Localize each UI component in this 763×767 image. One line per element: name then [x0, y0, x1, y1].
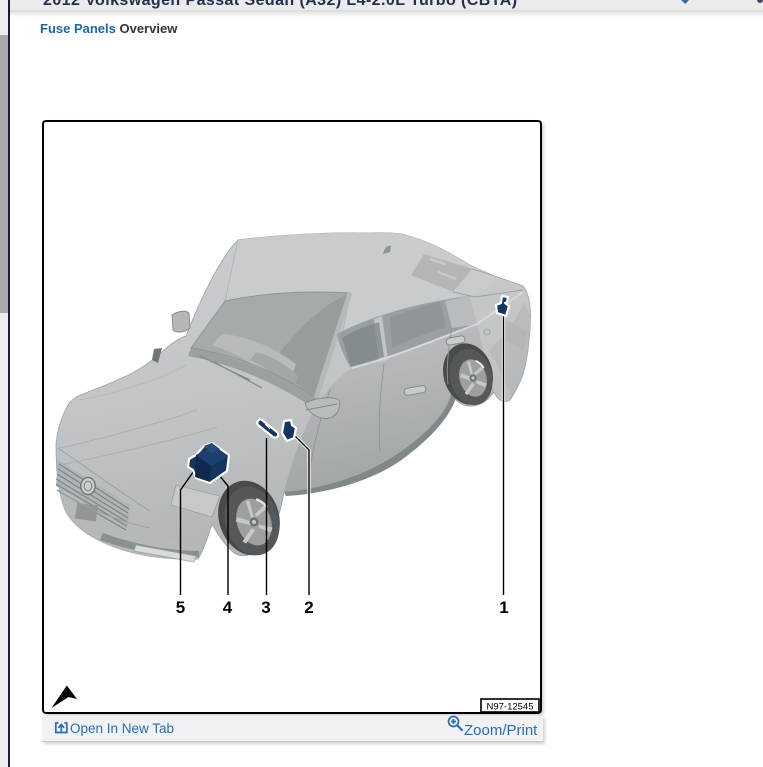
- svg-text:2: 2: [304, 598, 313, 617]
- svg-text:5: 5: [176, 598, 185, 617]
- svg-text:3: 3: [261, 598, 270, 617]
- svg-text:4: 4: [223, 598, 233, 617]
- svg-text:N97-12545: N97-12545: [486, 702, 533, 713]
- svg-text:1: 1: [499, 598, 508, 617]
